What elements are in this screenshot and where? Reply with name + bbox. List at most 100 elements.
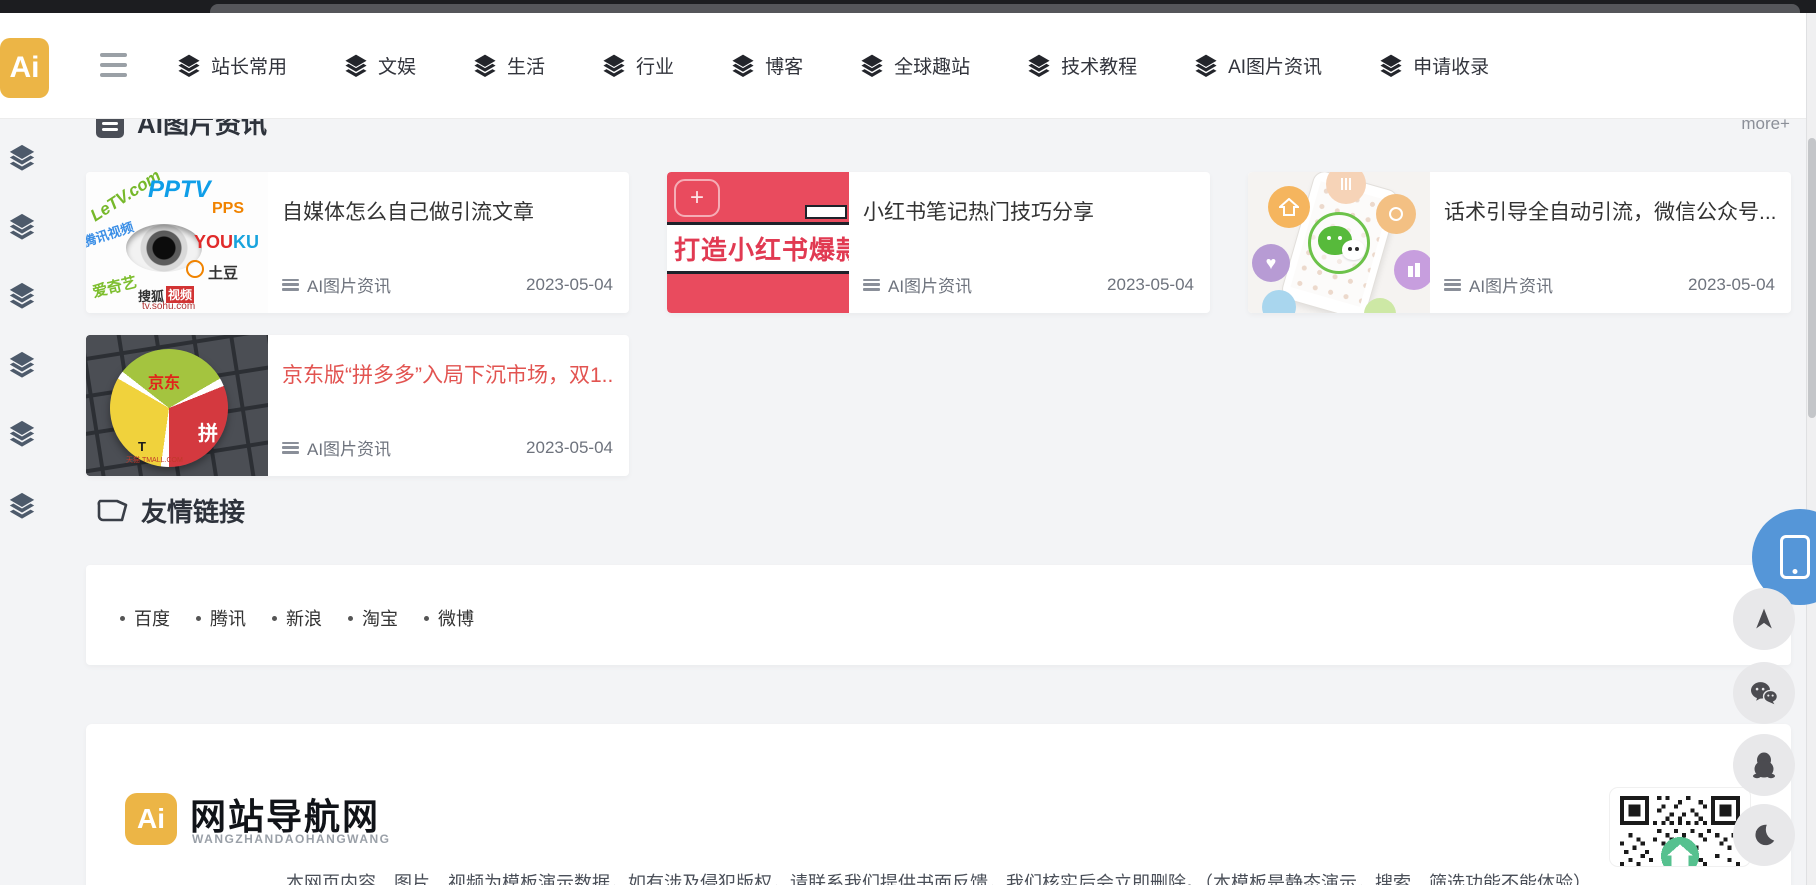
- house-bubble-icon: [1268, 186, 1310, 228]
- link-label: 微博: [438, 605, 474, 631]
- card-title-highlighted[interactable]: 京东版“拼多多”入局下沉市场，双1...: [282, 359, 613, 389]
- layers-icon: [1378, 53, 1404, 79]
- layers-icon: [859, 53, 885, 79]
- card-date: 2023-05-04: [526, 438, 613, 458]
- smartphone-icon: [1780, 535, 1810, 579]
- browser-tab-top: [210, 4, 1800, 13]
- card-body: 京东版“拼多多”入局下沉市场，双1... AI图片资讯 2023-05-04: [268, 335, 629, 476]
- layers-icon: [343, 53, 369, 79]
- nav-item-boke[interactable]: 博客: [730, 52, 803, 79]
- banner-text: 打造小红书爆款: [667, 230, 849, 267]
- sidebar-layers-icon-3[interactable]: [7, 281, 37, 311]
- tmall-logo-mark: T: [138, 439, 146, 454]
- jd-logo-text: 京东: [148, 369, 180, 393]
- nav-item-label: 生活: [507, 52, 545, 79]
- browser-chrome-strip: [0, 0, 1816, 13]
- layers-icon: [1026, 53, 1052, 79]
- iqiyi-logo-text: 爱奇艺: [90, 271, 139, 302]
- card-title[interactable]: 话术引导全自动引流，微信公众号...: [1444, 196, 1775, 226]
- card-title[interactable]: 自媒体怎么自己做引流文章: [282, 196, 613, 226]
- bullet-dot: [196, 616, 201, 621]
- pptv-logo-text: PPTV: [148, 176, 211, 204]
- news-card-2[interactable]: + 打造小红书爆款 小红书笔记热门技巧分享 AI图片资讯 2023-05-04: [667, 172, 1210, 313]
- nav-item-label: 申请收录: [1413, 52, 1489, 79]
- nav-item-zhanzhangchangyong[interactable]: 站长常用: [176, 52, 287, 79]
- friendly-links-row: 百度 腾讯 新浪 淘宝 微博: [120, 605, 474, 631]
- news-card-grid: LeTV.com PPTV PPS 腾讯视频 YOUKU 土豆 爱奇艺 搜狐 视…: [86, 172, 1791, 476]
- card-category[interactable]: AI图片资讯: [1444, 272, 1553, 297]
- tmall-url-text: 天猫 TMALL.COM: [126, 455, 183, 465]
- footer-site-name-en: WANGZHANDAOHANGWANG: [192, 832, 391, 846]
- card-body: 小红书笔记热门技巧分享 AI图片资讯 2023-05-04: [849, 172, 1210, 313]
- nav-item-quanqiuquzhan[interactable]: 全球趣站: [859, 52, 970, 79]
- card-thumbnail-video-logos: LeTV.com PPTV PPS 腾讯视频 YOUKU 土豆 爱奇艺 搜狐 视…: [86, 172, 268, 313]
- link-label: 新浪: [286, 605, 322, 631]
- links-section-title: 友情链接: [141, 492, 245, 529]
- hamburger-menu-icon[interactable]: [100, 53, 127, 77]
- nav-item-jishujiaocheng[interactable]: 技术教程: [1026, 52, 1137, 79]
- sidebar-layers-icon-4[interactable]: [7, 350, 37, 380]
- building-bubble-icon: [1394, 250, 1430, 290]
- card-category[interactable]: AI图片资讯: [282, 435, 391, 460]
- category-lines-icon: [282, 279, 299, 291]
- top-navbar: Ai 站长常用 文娱 生活 行业 博客 全球趣站 技术教程: [0, 13, 1816, 118]
- layers-icon: [601, 53, 627, 79]
- scrollbar-track[interactable]: [1806, 13, 1816, 885]
- sidebar-layers-icon-5[interactable]: [7, 419, 37, 449]
- sidebar-layers-icon-6[interactable]: [7, 491, 37, 521]
- plus-icon: +: [674, 179, 720, 217]
- news-card-3[interactable]: ♥ 话术引导全自动引流，微信公众号... AI图片资讯 2023-05-04: [1248, 172, 1791, 313]
- wechat-small-bubble-icon: [1342, 240, 1365, 260]
- nav-item-label: 博客: [765, 52, 803, 79]
- link-sina[interactable]: 新浪: [272, 605, 322, 631]
- news-card-4[interactable]: 京东 拼 T 天猫 TMALL.COM 京东版“拼多多”入局下沉市场，双1...…: [86, 335, 629, 476]
- category-label: AI图片资讯: [307, 435, 391, 460]
- layers-icon: [472, 53, 498, 79]
- moon-stars-icon: [1751, 822, 1777, 848]
- link-baidu[interactable]: 百度: [120, 605, 170, 631]
- nav-item-shenghuo[interactable]: 生活: [472, 52, 545, 79]
- category-label: AI图片资讯: [307, 272, 391, 297]
- qq-contact-button[interactable]: [1733, 734, 1795, 796]
- pinduoduo-logo-text: 拼: [198, 417, 218, 446]
- card-body: 自媒体怎么自己做引流文章 AI图片资讯 2023-05-04: [268, 172, 629, 313]
- banner-band: 打造小红书爆款: [667, 222, 849, 274]
- scrollbar-thumb[interactable]: [1808, 138, 1816, 418]
- heart-bubble-icon: ♥: [1252, 244, 1290, 282]
- badge-bubble-icon: [1376, 194, 1416, 234]
- bullet-dot: [272, 616, 277, 621]
- footer: Ai 网站导航网 WANGZHANDAOHANGWANG 本网页内容、图片、视频…: [86, 724, 1791, 885]
- card-meta: AI图片资讯 2023-05-04: [282, 435, 613, 460]
- link-label: 腾讯: [210, 605, 246, 631]
- link-tencent[interactable]: 腾讯: [196, 605, 246, 631]
- nav-item-aitupianzixun[interactable]: AI图片资讯: [1193, 52, 1322, 79]
- nav-item-label: 全球趣站: [894, 52, 970, 79]
- tudou-logo-text: 土豆: [208, 262, 238, 283]
- nav-item-label: 站长常用: [211, 52, 287, 79]
- sidebar-layers-icon-2[interactable]: [7, 212, 37, 242]
- news-card-1[interactable]: LeTV.com PPTV PPS 腾讯视频 YOUKU 土豆 爱奇艺 搜狐 视…: [86, 172, 629, 313]
- link-taobao[interactable]: 淘宝: [348, 605, 398, 631]
- card-category[interactable]: AI图片资讯: [863, 272, 972, 297]
- nav-item-shenqingshoulu[interactable]: 申请收录: [1378, 52, 1489, 79]
- card-category[interactable]: AI图片资讯: [282, 272, 391, 297]
- bullet-dot: [120, 616, 125, 621]
- sidebar-layers-icon-1[interactable]: [7, 143, 37, 173]
- nav-item-wenyu[interactable]: 文娱: [343, 52, 416, 79]
- sohu-url-text: tv.sohu.com: [142, 301, 195, 312]
- pps-logo-text: PPS: [212, 200, 244, 218]
- card-meta: AI图片资讯 2023-05-04: [1444, 272, 1775, 297]
- link-label: 淘宝: [362, 605, 398, 631]
- wechat-contact-button[interactable]: [1733, 662, 1795, 724]
- back-to-top-button[interactable]: [1733, 588, 1795, 650]
- category-lines-icon: [863, 279, 880, 291]
- card-meta: AI图片资讯 2023-05-04: [282, 272, 613, 297]
- dark-mode-button[interactable]: [1733, 804, 1795, 866]
- nav-item-hangye[interactable]: 行业: [601, 52, 674, 79]
- link-weibo[interactable]: 微博: [424, 605, 474, 631]
- card-title[interactable]: 小红书笔记热门技巧分享: [863, 196, 1194, 226]
- category-lines-icon: [282, 442, 299, 454]
- category-label: AI图片资讯: [1469, 272, 1553, 297]
- qq-penguin-icon: [1751, 751, 1777, 779]
- site-logo[interactable]: Ai: [0, 38, 49, 98]
